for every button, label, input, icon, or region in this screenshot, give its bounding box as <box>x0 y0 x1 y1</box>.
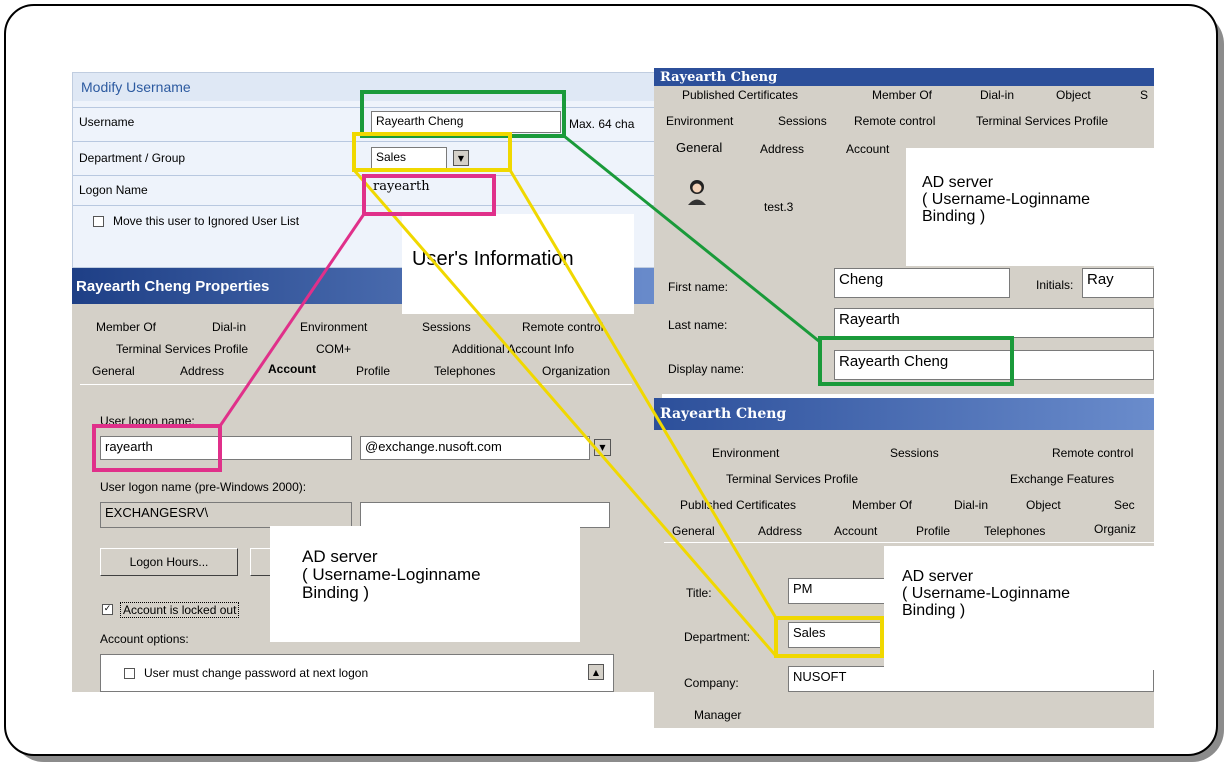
yellow-highlight-ad-department <box>774 616 884 658</box>
highlight-overlay <box>92 90 1014 658</box>
magenta-connector <box>218 213 366 427</box>
green-highlight-display-name <box>818 336 1014 386</box>
green-highlight-username <box>360 90 566 138</box>
magenta-highlight-logon <box>362 174 496 216</box>
green-connector <box>563 134 821 344</box>
yellow-connector-bottom <box>352 169 778 657</box>
illustration-frame: Modify Username Username Rayearth Cheng … <box>4 4 1218 756</box>
magenta-highlight-user-logon <box>92 424 222 472</box>
yellow-highlight-department <box>352 132 512 172</box>
